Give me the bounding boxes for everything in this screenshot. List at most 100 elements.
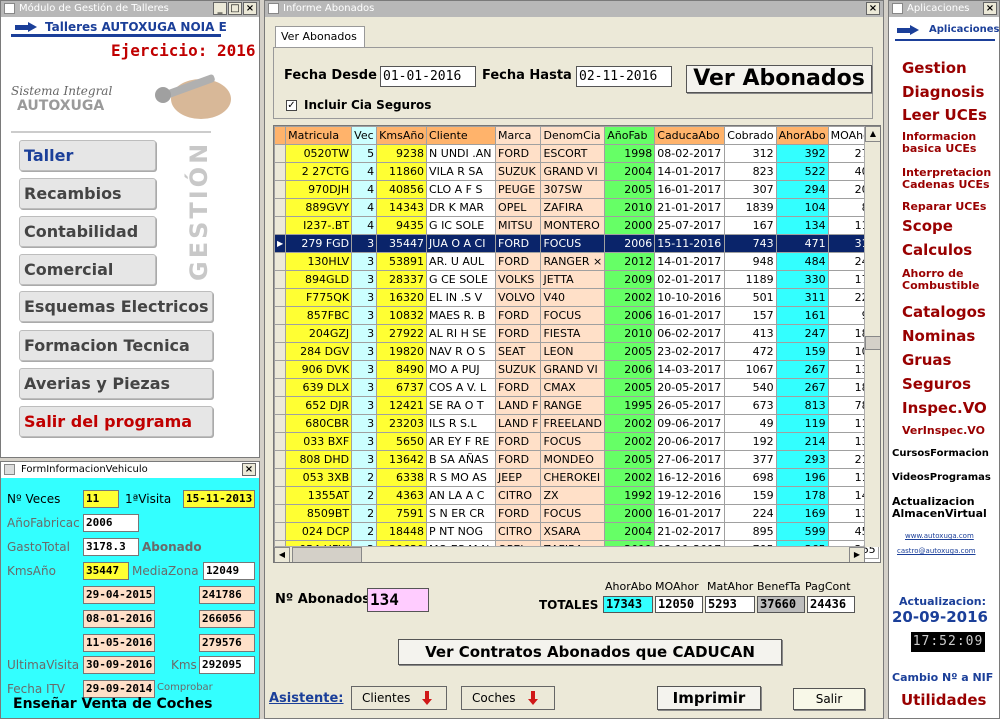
table-cell[interactable]: 267 <box>775 378 829 397</box>
vehicle-titlebar[interactable]: FormInformacionVehiculo × <box>1 462 259 478</box>
table-cell[interactable]: 15-11-2016 <box>654 234 726 253</box>
right-titlebar[interactable]: Aplicaciones × <box>889 1 999 17</box>
table-cell[interactable]: 948 <box>724 252 777 271</box>
table-cell[interactable]: 10832 <box>376 306 428 325</box>
link-cambio-nif[interactable]: Cambio Nº a NIF <box>892 671 993 684</box>
table-cell[interactable]: 5650 <box>376 432 428 451</box>
table-cell[interactable]: 808 DHD <box>285 450 353 469</box>
table-cell[interactable]: 09-06-2017 <box>654 414 726 433</box>
table-cell[interactable]: FIESTA <box>540 324 606 343</box>
table-row[interactable]: 639 DLX 3 6737 COS A V. L FORD CMAX 2005 20-05-… <box>274 378 879 397</box>
table-cell[interactable]: 2004 <box>604 162 656 181</box>
table-cell[interactable]: 330 <box>775 270 829 289</box>
column-header[interactable]: Vec <box>351 126 378 145</box>
table-cell[interactable]: 392 <box>775 144 829 163</box>
table-cell[interactable]: VOLVO <box>495 288 542 307</box>
link-cursos[interactable]: CursosFormacion <box>892 448 989 459</box>
fecha-hasta-input[interactable]: 02-11-2016 <box>576 66 672 87</box>
menu-taller-button[interactable]: Taller <box>19 140 156 171</box>
table-cell[interactable]: FOCUS <box>540 432 606 451</box>
table-cell[interactable]: 895 <box>724 522 777 541</box>
table-cell[interactable]: RANGER × <box>540 252 606 271</box>
table-cell[interactable]: 4 <box>351 162 378 181</box>
afab-field[interactable]: 2006 <box>83 514 139 532</box>
row-indicator[interactable] <box>274 324 287 343</box>
row-indicator[interactable] <box>274 360 287 379</box>
table-cell[interactable]: ZX <box>540 486 606 505</box>
table-cell[interactable]: XSARA <box>540 522 606 541</box>
close-button[interactable]: × <box>242 463 256 476</box>
table-row[interactable]: F775QK 3 16320 EL IN .S V VOLVO V40 2002 10-10… <box>274 288 879 307</box>
table-cell[interactable]: AR. U AUL <box>426 252 497 271</box>
table-cell[interactable]: FORD <box>495 324 542 343</box>
table-cell[interactable]: ESCORT <box>540 144 606 163</box>
table-cell[interactable]: 16-12-2016 <box>654 468 726 487</box>
column-header[interactable]: KmsAño <box>376 126 428 145</box>
table-cell[interactable]: 18448 <box>376 522 428 541</box>
table-cell[interactable]: 159 <box>775 342 829 361</box>
link-gruas[interactable]: Gruas <box>902 351 951 369</box>
row-indicator[interactable] <box>274 306 287 325</box>
visit-km-field[interactable]: 279576 <box>199 634 255 652</box>
table-cell[interactable]: B SA AÑAS <box>426 450 497 469</box>
table-cell[interactable]: 2002 <box>604 288 656 307</box>
table-cell[interactable]: 279 FGD <box>285 234 353 253</box>
visit-date-field[interactable]: 11-05-2016 <box>83 634 155 652</box>
menu-comercial-button[interactable]: Comercial <box>19 254 156 285</box>
table-cell[interactable]: 08-02-2017 <box>654 144 726 163</box>
table-cell[interactable]: 2002 <box>604 432 656 451</box>
table-cell[interactable]: MONDEO <box>540 450 606 469</box>
table-cell[interactable]: 894GLD <box>285 270 353 289</box>
media-zona-field[interactable]: 12049 <box>203 562 255 580</box>
table-cell[interactable]: 3 <box>351 414 378 433</box>
table-cell[interactable]: AL RI H SE <box>426 324 497 343</box>
table-cell[interactable]: 307 <box>724 180 777 199</box>
table-cell[interactable]: 247 <box>775 324 829 343</box>
table-cell[interactable]: FREELAND <box>540 414 606 433</box>
scroll-thumb[interactable] <box>865 336 880 350</box>
coches-button[interactable]: Coches <box>461 686 555 710</box>
link-scope[interactable]: Scope <box>902 217 953 235</box>
link-actualizacion-almacen[interactable]: Actualizacion AlmacenVirtual <box>892 496 987 520</box>
table-cell[interactable]: 14-03-2017 <box>654 360 726 379</box>
link-videos[interactable]: VideosProgramas <box>892 472 991 483</box>
table-cell[interactable]: 680CBR <box>285 414 353 433</box>
table-cell[interactable]: 2006 <box>604 360 656 379</box>
table-cell[interactable]: 1355AT <box>285 486 353 505</box>
table-cell[interactable]: 14-01-2017 <box>654 252 726 271</box>
table-cell[interactable]: RANGE <box>540 396 606 415</box>
row-indicator[interactable] <box>274 162 287 181</box>
row-indicator[interactable] <box>274 342 287 361</box>
table-cell[interactable]: EL IN .S V <box>426 288 497 307</box>
visit-date-field[interactable]: 29-04-2015 <box>83 586 155 604</box>
row-indicator[interactable] <box>274 450 287 469</box>
table-cell[interactable]: 6737 <box>376 378 428 397</box>
table-row[interactable]: ▶ 279 FGD 3 35447 JUA O A CI FORD FOCUS 2006 15-… <box>274 234 879 253</box>
table-cell[interactable]: 3 <box>351 378 378 397</box>
row-indicator[interactable] <box>274 486 287 505</box>
row-indicator[interactable] <box>274 396 287 415</box>
table-cell[interactable]: 3 <box>351 306 378 325</box>
link-reparar-uces[interactable]: Reparar UCEs <box>902 201 986 213</box>
row-indicator[interactable] <box>274 216 287 235</box>
table-cell[interactable]: 06-02-2017 <box>654 324 726 343</box>
table-cell[interactable]: ILS R S.L <box>426 414 497 433</box>
table-cell[interactable]: 104 <box>775 198 829 217</box>
table-cell[interactable]: LEON <box>540 342 606 361</box>
column-header[interactable]: AñoFab <box>604 126 656 145</box>
table-cell[interactable]: 823 <box>724 162 777 181</box>
table-cell[interactable]: 889GVY <box>285 198 353 217</box>
table-cell[interactable]: 10-10-2016 <box>654 288 726 307</box>
table-cell[interactable]: 2010 <box>604 198 656 217</box>
table-row[interactable]: 680CBR 3 23203 ILS R S.L LAND F FREELAND 2002… <box>274 414 879 433</box>
table-cell[interactable]: PEUGE <box>495 180 542 199</box>
table-cell[interactable]: 49 <box>724 414 777 433</box>
table-cell[interactable]: VOLKS <box>495 270 542 289</box>
row-indicator[interactable] <box>274 198 287 217</box>
table-cell[interactable]: 20-06-2017 <box>654 432 726 451</box>
table-cell[interactable]: 53891 <box>376 252 428 271</box>
table-cell[interactable]: 743 <box>724 234 777 253</box>
table-cell[interactable]: 024 DCP <box>285 522 353 541</box>
link-verinspec-vo[interactable]: VerInspec.VO <box>902 425 985 437</box>
table-cell[interactable]: GRAND VI <box>540 162 606 181</box>
